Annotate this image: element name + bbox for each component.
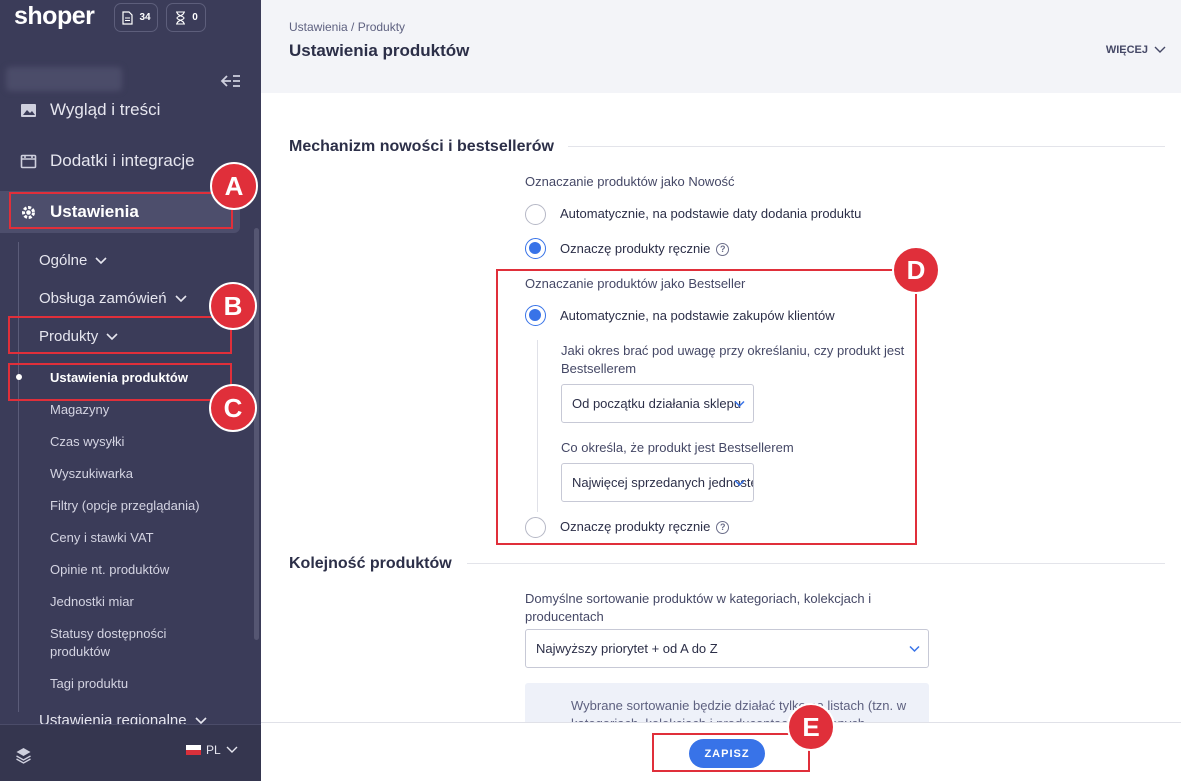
marker-e: E [787,703,835,751]
menu-availability[interactable]: Statusy dostępności produktów [50,625,190,661]
shop-name-blurred [6,67,122,91]
menu-warehouses[interactable]: Magazyny [50,401,109,419]
documents-count: 34 [139,12,151,23]
collapse-sidebar-icon[interactable] [219,71,241,91]
sub-label: Ogólne [39,252,88,269]
highlight-d [496,269,917,545]
sidebar-footer: PL [0,724,261,781]
highlight-b [8,316,232,354]
more-label: WIĘCEJ [1105,44,1148,56]
section-title-new-bestseller: Mechanizm nowości i bestsellerów [289,138,554,155]
document-icon [122,10,134,25]
image-icon [21,103,36,117]
new-manual-radio[interactable] [525,238,546,259]
chevron-down-icon [1154,46,1166,53]
menu-shipping-time[interactable]: Czas wysyłki [50,433,124,451]
calendar-icon [20,154,37,168]
nav-addons[interactable]: Dodatki i integracje [0,140,246,182]
layers-icon[interactable] [15,747,32,764]
language-code: PL [206,743,221,757]
help-icon[interactable]: ? [716,243,730,257]
menu-tags[interactable]: Tagi produktu [50,675,128,693]
chevron-down-icon [226,746,238,753]
section-divider [467,563,1165,564]
marker-b: B [209,282,257,330]
new-manual-label: Oznaczę produkty ręcznie [560,241,711,256]
documents-counter[interactable]: 34 [114,3,158,32]
breadcrumb[interactable]: Ustawienia / Produkty [289,20,405,34]
new-manual-option[interactable]: Oznaczę produkty ręcznie? [560,241,730,257]
marker-d: D [892,246,940,294]
sort-value: Najwyższy priorytet + od A do Z [536,641,718,656]
nav-label: Wygląd i treści [50,100,161,119]
page-header: Ustawienia / Produkty Ustawienia produkt… [261,0,1181,93]
section-title-order: Kolejność produktów [289,555,452,572]
chevron-down-icon [909,645,920,653]
menu-filters[interactable]: Filtry (opcje przeglądania) [50,497,200,515]
highlight-c [8,363,232,401]
nav-appearance[interactable]: Wygląd i treści [0,89,246,131]
marker-a: A [210,162,258,210]
sidebar-scrollbar[interactable] [254,228,259,640]
highlight-a [9,192,233,229]
new-auto-radio[interactable] [525,204,546,225]
chevron-down-icon [175,294,187,302]
highlight-e [652,733,810,772]
language-selector[interactable]: PL [186,743,238,757]
sub-general[interactable]: Ogólne [39,252,107,269]
sub-label: Obsługa zamówień [39,290,167,307]
menu-prices-vat[interactable]: Ceny i stawki VAT [50,529,154,547]
sort-label: Domyślne sortowanie produktów w kategori… [525,591,872,624]
menu-units[interactable]: Jednostki miar [50,593,134,611]
shoper-logo[interactable]: shoper [14,2,95,31]
tree-line [18,242,19,712]
hourglass-icon [176,10,186,25]
menu-search-engine[interactable]: Wyszukiwarka [50,465,133,483]
more-button[interactable]: WIĘCEJ [1106,44,1166,56]
tasks-count: 0 [192,12,198,23]
chevron-down-icon [95,256,107,264]
marker-c: C [209,384,257,432]
section-divider [568,146,1165,147]
nav-label: Dodatki i integracje [50,151,195,170]
tasks-counter[interactable]: 0 [166,3,206,32]
new-label: Oznaczanie produktów jako Nowość [525,174,735,189]
page-title: Ustawienia produktów [289,41,470,60]
new-auto-label[interactable]: Automatycznie, na podstawie daty dodania… [560,206,861,221]
sort-select[interactable]: Najwyższy priorytet + od A do Z [525,629,929,668]
sub-orders[interactable]: Obsługa zamówień [39,290,187,307]
menu-reviews[interactable]: Opinie nt. produktów [50,561,169,579]
poland-flag-icon [186,745,201,755]
